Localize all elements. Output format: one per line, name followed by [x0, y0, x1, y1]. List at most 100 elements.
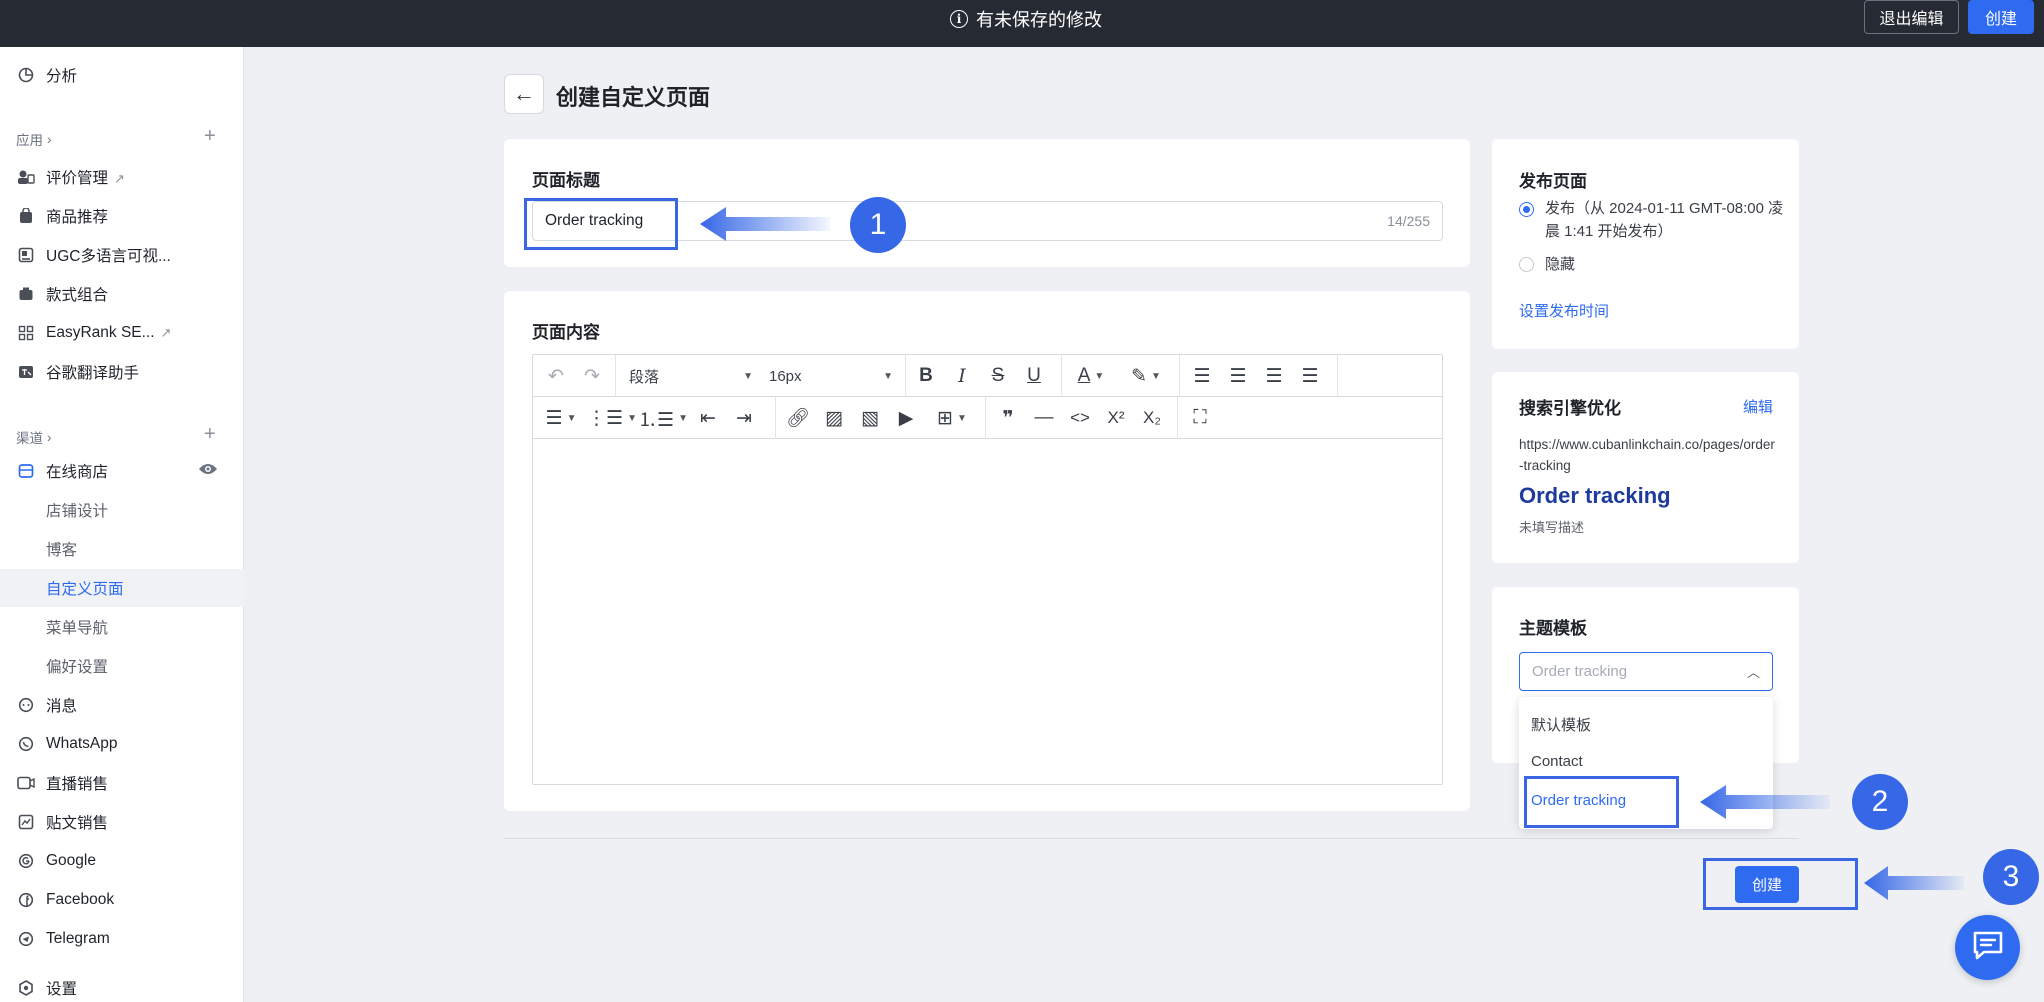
- google-icon: [17, 852, 35, 870]
- add-channel-icon[interactable]: +: [204, 423, 216, 446]
- add-app-icon[interactable]: +: [204, 125, 216, 148]
- align-left-icon[interactable]: ☰: [1189, 363, 1215, 389]
- bold-icon[interactable]: B: [913, 363, 939, 389]
- sidebar: 分析 应用 › + 评价管理 ↗ 商品推荐 UGC多语言可视... 款式组合 Eas…: [0, 47, 244, 1002]
- sidebar-item-easyrank[interactable]: EasyRank SE... ↗: [0, 315, 244, 351]
- align-right-icon[interactable]: ☰: [1261, 363, 1287, 389]
- sidebar-item-review[interactable]: 评价管理 ↗: [0, 159, 244, 195]
- redo-icon[interactable]: ↷: [579, 363, 605, 389]
- sidebar-item-post[interactable]: 贴文销售: [0, 804, 244, 840]
- font-size-select[interactable]: 16px ▼: [769, 363, 893, 389]
- superscript-icon[interactable]: X²: [1103, 405, 1129, 431]
- pie-chart-icon: [17, 66, 35, 84]
- sidebar-item-ugc[interactable]: UGC多语言可视...: [0, 237, 244, 273]
- sidebar-group-channels[interactable]: 渠道 ›: [16, 427, 52, 447]
- sidebar-item-messages[interactable]: 消息: [0, 687, 244, 723]
- video-icon[interactable]: ▶: [893, 405, 919, 431]
- sidebar-item-analytics[interactable]: 分析: [0, 57, 244, 93]
- sidebar-item-translate[interactable]: 谷歌翻译助手: [0, 354, 244, 390]
- set-publish-time-link[interactable]: 设置发布时间: [1519, 300, 1609, 321]
- template-option-contact[interactable]: Contact: [1531, 753, 1583, 770]
- back-button[interactable]: ←: [504, 74, 544, 114]
- group-label: 应用: [16, 133, 43, 148]
- sidebar-item-live[interactable]: 直播销售: [0, 765, 244, 801]
- sidebar-item-telegram[interactable]: Telegram: [0, 921, 244, 957]
- sidebar-item-recommend[interactable]: 商品推荐: [0, 198, 244, 234]
- image-insert-icon[interactable]: ▨: [821, 405, 847, 431]
- link-icon[interactable]: 🔗︎: [785, 405, 811, 431]
- bullet-list-icon[interactable]: ⋮☰ ▼: [587, 405, 637, 431]
- sub-label: 店铺设计: [46, 503, 109, 520]
- hide-radio[interactable]: [1519, 257, 1534, 272]
- italic-icon[interactable]: I: [949, 363, 975, 389]
- chat-button[interactable]: [1955, 915, 2020, 980]
- code-icon[interactable]: <>: [1067, 405, 1093, 431]
- create-button-top[interactable]: 创建: [1968, 0, 2034, 34]
- template-select[interactable]: Order tracking ︿: [1519, 652, 1773, 691]
- sidebar-item-label: EasyRank SE...: [46, 324, 155, 341]
- fullscreen-icon[interactable]: ⛶: [1187, 405, 1213, 431]
- editor-content-area[interactable]: [533, 439, 1442, 784]
- sidebar-sub-menu[interactable]: 菜单导航: [0, 608, 244, 646]
- paragraph-value: 段落: [629, 368, 660, 386]
- annotation-number-1: 1: [850, 197, 906, 253]
- chevron-right-icon: ›: [47, 429, 52, 445]
- sidebar-item-label: Facebook: [46, 891, 115, 908]
- chat-icon: [1972, 930, 2004, 965]
- template-option-default[interactable]: 默认模板: [1531, 714, 1591, 735]
- sidebar-item-label: 商品推荐: [46, 209, 109, 226]
- strikethrough-icon[interactable]: S: [985, 363, 1011, 389]
- exit-edit-button[interactable]: 退出编辑: [1864, 0, 1959, 34]
- indent-icon[interactable]: ⇥: [731, 405, 757, 431]
- seo-edit-link[interactable]: 编辑: [1743, 396, 1773, 417]
- numbered-list-icon[interactable]: ⒈☰ ▼: [638, 405, 688, 431]
- sidebar-sub-preferences[interactable]: 偏好设置: [0, 647, 244, 685]
- sidebar-item-whatsapp[interactable]: WhatsApp: [0, 726, 244, 762]
- translate-icon: [17, 363, 35, 381]
- chevron-right-icon: ›: [47, 131, 52, 147]
- quote-icon[interactable]: ❞: [995, 405, 1021, 431]
- rich-text-editor: ↶ ↷ 段落 ▼ 16px ▼ B I S U A ▼ ✎ ▼ ☰ ☰ ☰ ☰ ☰ ▼ ⋮…: [532, 354, 1443, 785]
- sidebar-group-apps[interactable]: 应用 ›: [16, 129, 52, 149]
- sidebar-sub-blog[interactable]: 博客: [0, 530, 244, 568]
- font-size-value: 16px: [769, 367, 802, 385]
- sidebar-item-label: 分析: [46, 68, 78, 85]
- font-color-icon[interactable]: A ▼: [1071, 363, 1111, 389]
- whatsapp-icon: [17, 735, 35, 753]
- seo-description: 未填写描述: [1519, 520, 1585, 535]
- sidebar-item-label: 消息: [46, 698, 78, 715]
- align-justify-icon[interactable]: ☰: [1297, 363, 1323, 389]
- line-height-icon[interactable]: ☰ ▼: [541, 405, 581, 431]
- sidebar-item-label: WhatsApp: [46, 735, 118, 752]
- sub-label: 偏好设置: [46, 659, 109, 676]
- gallery-icon[interactable]: ▧: [857, 405, 883, 431]
- horizontal-rule-icon[interactable]: —: [1031, 405, 1057, 431]
- sidebar-item-label: UGC多语言可视...: [46, 248, 171, 265]
- sidebar-item-google[interactable]: Google: [0, 843, 244, 879]
- undo-icon[interactable]: ↶: [543, 363, 569, 389]
- table-icon[interactable]: ⊞ ▼: [929, 405, 975, 431]
- align-center-icon[interactable]: ☰: [1225, 363, 1251, 389]
- sidebar-item-label: 款式组合: [46, 287, 109, 304]
- sidebar-item-facebook[interactable]: Facebook: [0, 882, 244, 918]
- box-icon: [17, 285, 35, 303]
- top-bar: i 有未保存的修改 退出编辑 创建: [0, 0, 2044, 47]
- sidebar-sub-store-design[interactable]: 店铺设计: [0, 491, 244, 529]
- sidebar-item-online-store[interactable]: 在线商店: [0, 453, 244, 489]
- underline-icon[interactable]: U: [1021, 363, 1047, 389]
- sidebar-item-label: 评价管理: [46, 170, 109, 187]
- eye-icon[interactable]: [198, 462, 218, 481]
- outdent-icon[interactable]: ⇤: [695, 405, 721, 431]
- sub-label: 博客: [46, 542, 78, 559]
- info-icon: i: [950, 10, 968, 28]
- sidebar-item-bundle[interactable]: 款式组合: [0, 276, 244, 312]
- sidebar-item-settings[interactable]: 设置: [0, 970, 244, 1002]
- paragraph-select[interactable]: 段落 ▼: [629, 363, 753, 389]
- subscript-icon[interactable]: X₂: [1139, 405, 1165, 431]
- content-card-label: 页面内容: [532, 323, 600, 342]
- publish-radio[interactable]: [1519, 202, 1534, 217]
- page-title: 创建自定义页面: [556, 85, 711, 110]
- caret-down-icon: ▼: [743, 370, 753, 382]
- sidebar-sub-custom-pages[interactable]: 自定义页面: [0, 569, 244, 607]
- highlight-icon[interactable]: ✎ ▼: [1125, 363, 1167, 389]
